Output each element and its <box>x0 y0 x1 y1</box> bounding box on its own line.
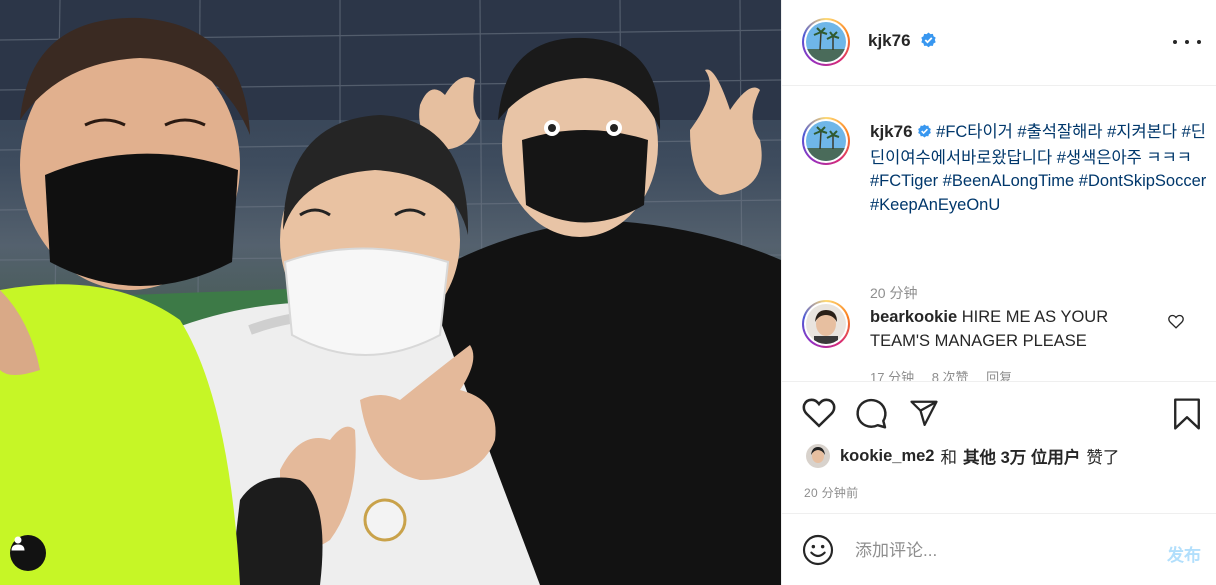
comment-timestamp: 17 分钟 <box>870 370 915 382</box>
commenter-avatar[interactable] <box>802 300 850 348</box>
caption-timestamp: 20 分钟 <box>870 285 918 301</box>
tagged-users-button[interactable] <box>10 535 46 571</box>
comments-section[interactable]: kjk76 #FC타이거 #출석잘해라 #지켜본다 #딘딘이여수에서바로왔답니다… <box>782 86 1216 382</box>
verified-badge-icon <box>920 32 937 54</box>
likes-others-label: 其他 <box>962 449 996 467</box>
photo-illustration <box>0 0 781 585</box>
person-avatar-image <box>806 444 830 468</box>
emoji-icon[interactable] <box>802 534 834 571</box>
palm-tree-avatar-image <box>806 121 846 161</box>
author-username[interactable]: kjk76 <box>868 31 911 51</box>
caption-username[interactable]: kjk76 <box>870 122 913 141</box>
likes-count: 3万 <box>1000 449 1027 467</box>
author-avatar[interactable] <box>802 18 850 66</box>
post-photo[interactable] <box>0 0 781 585</box>
send-icon[interactable] <box>908 398 940 433</box>
more-options-icon[interactable] <box>1173 32 1201 52</box>
post-header: kjk76 <box>782 0 1216 86</box>
likes-summary: kookie_me2 和 其他 3万 位用户 赞了 <box>806 444 1119 468</box>
caption-author-avatar[interactable] <box>802 117 850 165</box>
comment-input[interactable] <box>855 538 1145 564</box>
verified-badge-icon <box>917 123 932 147</box>
liker-avatar[interactable] <box>806 444 830 468</box>
post-actions: kookie_me2 和 其他 3万 位用户 赞了 20 分钟前 <box>782 382 1216 514</box>
commenter-username[interactable]: bearkookie <box>870 308 957 326</box>
post-comment-button[interactable]: 发布 <box>1167 541 1201 566</box>
post-details-panel: kjk76 kjk76 #FC타이거 #출석잘해라 #지켜본다 #딘딘이여수에서… <box>781 0 1216 585</box>
bookmark-icon[interactable] <box>1172 397 1202 436</box>
comment-reply-button[interactable]: 回复 <box>986 370 1012 381</box>
user-icon <box>11 536 25 551</box>
caption-text: kjk76 #FC타이거 #출석잘해라 #지켜본다 #딘딘이여수에서바로왔답니다… <box>870 120 1210 217</box>
comment-like-heart-icon[interactable] <box>1168 314 1184 334</box>
comment-icon[interactable] <box>855 397 888 435</box>
add-comment-bar: 发布 <box>782 514 1216 585</box>
likes-suffix: 赞了 <box>1086 449 1120 467</box>
likes-users-label: 位用户 <box>1030 449 1081 467</box>
palm-tree-avatar-image <box>806 22 846 62</box>
likes-and-text: 和 <box>940 449 957 467</box>
comment-likes-count[interactable]: 8 次赞 <box>932 370 969 381</box>
person-avatar-image <box>806 304 846 344</box>
likes-others-link[interactable]: 其他 3万 位用户 <box>963 444 1080 468</box>
comment-meta: 17 分钟 8 次赞 回复 <box>870 367 1026 382</box>
heart-icon[interactable] <box>802 397 836 433</box>
comment-text: bearkookie HIRE ME AS YOUR TEAM'S MANAGE… <box>870 306 1160 353</box>
liker-username[interactable]: kookie_me2 <box>840 447 934 466</box>
post-timestamp[interactable]: 20 分钟前 <box>804 484 858 501</box>
